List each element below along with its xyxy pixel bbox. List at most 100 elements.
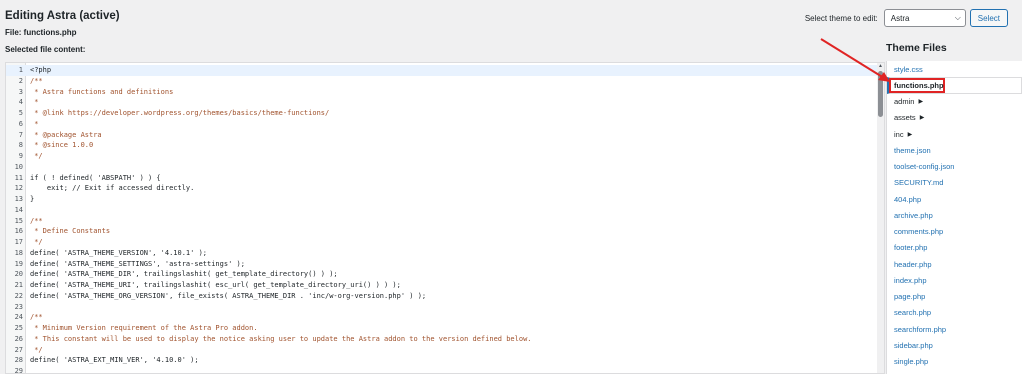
line-number: 12: [14, 184, 23, 193]
line-number: 29: [14, 367, 23, 374]
theme-file-item[interactable]: style.css: [887, 61, 1022, 77]
expand-arrow-icon[interactable]: ▶: [920, 114, 925, 121]
code-line[interactable]: 9 */: [6, 151, 884, 162]
theme-folder-item[interactable]: template-parts▶: [887, 370, 1022, 374]
code-line[interactable]: 5 * @link https://developer.wordpress.or…: [6, 108, 884, 119]
line-number: 17: [14, 238, 23, 246]
file-item-label: toolset-config.json: [894, 162, 955, 172]
scroll-thumb[interactable]: [878, 71, 883, 117]
theme-file-item[interactable]: archive.php: [887, 207, 1022, 223]
code-line[interactable]: 11 if ( ! defined( 'ABSPATH' ) ) {: [6, 173, 884, 184]
scroll-up-icon[interactable]: ▲: [877, 63, 884, 70]
theme-file-item[interactable]: searchform.php: [887, 321, 1022, 337]
theme-file-item[interactable]: 404.php: [887, 191, 1022, 207]
theme-file-item[interactable]: toolset-config.json: [887, 159, 1022, 175]
code-line[interactable]: 19 define( 'ASTRA_THEME_SETTINGS', 'astra…: [6, 259, 884, 270]
code-line[interactable]: 3 * Astra functions and definitions: [6, 87, 884, 98]
code-line[interactable]: 28 define( 'ASTRA_EXT_MIN_VER', '4.10.0' …: [6, 355, 884, 366]
theme-select-value: Astra: [890, 13, 910, 23]
theme-file-list: style.css functions.php admin ▶ assets ▶ inc ▶ t…: [886, 61, 1022, 374]
select-button[interactable]: Select: [969, 9, 1008, 27]
code-line[interactable]: 29: [6, 366, 884, 374]
code-line[interactable]: 10: [6, 162, 884, 173]
file-item-label: header.php: [894, 259, 932, 269]
code-line[interactable]: 4 *: [6, 97, 884, 108]
theme-file-item[interactable]: functions.php: [887, 77, 1022, 94]
file-item-label: functions.php: [894, 80, 944, 90]
theme-file-item[interactable]: index.php: [887, 272, 1022, 288]
code-line[interactable]: 26 * This constant will be used to displ…: [6, 334, 884, 345]
line-content: */: [30, 345, 43, 354]
line-number: 26: [14, 334, 23, 343]
file-item-label: admin: [894, 97, 915, 107]
line-content: [26, 205, 30, 216]
line-content: define( 'ASTRA_THEME_SETTINGS', 'astra-s…: [30, 259, 245, 268]
line-number: 10: [14, 162, 23, 171]
line-content: define( 'ASTRA_EXT_MIN_VER', '4.10.0' );: [30, 356, 199, 365]
code-line[interactable]: 7 * @package Astra: [6, 130, 884, 141]
theme-select[interactable]: Astra ⌵: [883, 9, 966, 27]
code-line[interactable]: 12 exit; // Exit if accessed directly.: [6, 183, 884, 194]
code-line[interactable]: 6 *: [6, 119, 884, 130]
line-content: *: [30, 98, 39, 107]
expand-arrow-icon[interactable]: ▶: [918, 98, 923, 105]
line-content: define( 'ASTRA_THEME_DIR', trailingslash…: [30, 270, 338, 279]
line-number: 24: [14, 313, 23, 322]
code-line[interactable]: 24 /**: [6, 312, 884, 323]
theme-folder-item[interactable]: inc ▶: [887, 126, 1022, 142]
line-number: 21: [14, 281, 23, 289]
code-line[interactable]: 13}: [6, 194, 884, 205]
theme-file-item[interactable]: comments.php: [887, 224, 1022, 240]
theme-file-item[interactable]: footer.php: [887, 240, 1022, 256]
theme-file-item[interactable]: page.php: [887, 289, 1022, 305]
theme-file-item[interactable]: single.php: [887, 354, 1022, 370]
file-item-label: theme.json: [894, 145, 931, 155]
code-line[interactable]: 2 /**: [6, 76, 884, 87]
theme-folder-item[interactable]: assets ▶: [887, 110, 1022, 126]
line-number: 6: [18, 119, 23, 128]
code-line[interactable]: 21 define( 'ASTRA_THEME_URI', trailingsla…: [6, 280, 884, 291]
code-line[interactable]: 8 * @since 1.0.0: [6, 140, 884, 151]
code-line[interactable]: 25 * Minimum Version requirement of the …: [6, 323, 884, 334]
code-lines[interactable]: 1 <?php 2 /** 3 * Astra functions and defini…: [6, 65, 884, 374]
line-content: * This constant will be used to display …: [30, 334, 532, 343]
code-editor[interactable]: 1 <?php 2 /** 3 * Astra functions and defini…: [5, 62, 885, 374]
file-item-label: sidebar.php: [894, 340, 933, 350]
line-number: 18: [14, 248, 23, 257]
code-line[interactable]: 16 * Define Constants: [6, 226, 884, 237]
theme-file-item[interactable]: search.php: [887, 305, 1022, 321]
selected-file-label: Selected file content:: [5, 45, 86, 54]
line-number: 25: [14, 324, 23, 332]
line-number: 16: [14, 227, 23, 236]
code-line[interactable]: 15 /**: [6, 216, 884, 227]
line-number: 20: [14, 270, 23, 279]
theme-file-item[interactable]: SECURITY.md: [887, 175, 1022, 191]
line-content: * @link https://developer.wordpress.org/…: [30, 109, 330, 117]
code-line[interactable]: 14: [6, 205, 884, 216]
theme-file-item[interactable]: theme.json: [887, 142, 1022, 158]
line-number: 27: [14, 345, 23, 354]
file-item-label: archive.php: [894, 210, 933, 220]
code-line[interactable]: 22 define( 'ASTRA_THEME_ORG_VERSION', fil…: [6, 291, 884, 302]
code-line[interactable]: 27 */: [6, 345, 884, 356]
line-number: 15: [14, 216, 23, 225]
code-line[interactable]: 23: [6, 302, 884, 313]
code-line[interactable]: 20 define( 'ASTRA_THEME_DIR', trailingsla…: [6, 269, 884, 280]
theme-picker: Select theme to edit: Astra ⌵ Select: [805, 9, 1008, 27]
code-line[interactable]: 18 define( 'ASTRA_THEME_VERSION', '4.10.1…: [6, 248, 884, 259]
theme-folder-item[interactable]: admin ▶: [887, 94, 1022, 110]
line-content: define( 'ASTRA_THEME_ORG_VERSION', file_…: [30, 291, 427, 300]
editor-scrollbar[interactable]: ▲: [877, 63, 884, 373]
expand-arrow-icon[interactable]: ▶: [908, 131, 913, 138]
file-item-label: footer.php: [894, 243, 928, 253]
chevron-down-icon: ⌵: [954, 13, 961, 22]
file-item-label: page.php: [894, 292, 926, 302]
theme-files-sidebar: Theme Files style.css functions.php admin ▶…: [886, 42, 1022, 374]
theme-file-item[interactable]: sidebar.php: [887, 337, 1022, 353]
code-line[interactable]: 17 */: [6, 237, 884, 248]
line-content: /**: [30, 216, 43, 225]
theme-file-item[interactable]: header.php: [887, 256, 1022, 272]
line-content: [26, 162, 30, 173]
line-content: define( 'ASTRA_THEME_URI', trailingslash…: [30, 281, 401, 289]
code-line[interactable]: 1 <?php: [6, 65, 884, 76]
